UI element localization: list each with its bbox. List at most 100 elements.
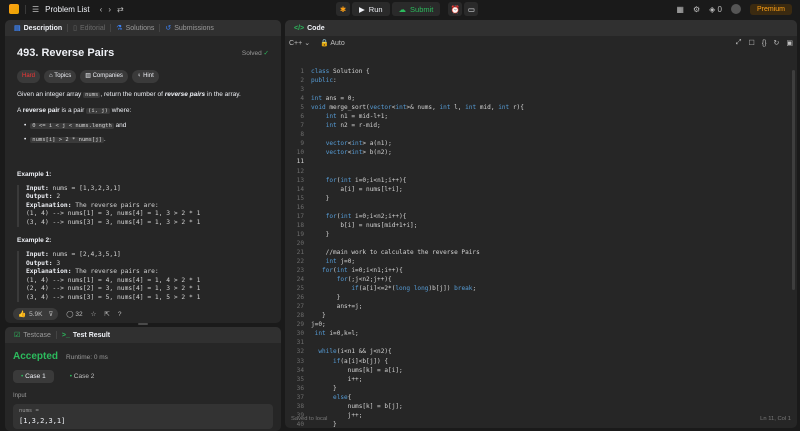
test-tabs: ☑ Testcase >_ Test Result (5, 327, 281, 343)
thumbs-down-icon[interactable]: ⊽ (48, 310, 53, 318)
help-icon[interactable]: ? (118, 311, 122, 318)
vertical-resize-handle[interactable] (138, 323, 148, 325)
run-button[interactable]: ▶ Run (352, 2, 390, 16)
editor-scrollbar[interactable] (792, 70, 795, 290)
submit-label: Submit (410, 4, 434, 14)
difficulty-badge[interactable]: Hard (17, 70, 41, 83)
tag-label: Topics (54, 73, 72, 80)
example-value: (2, 4) --> nums[2] = 3, nums[4] = 1, 3 >… (26, 285, 201, 293)
lock-icon: 🔒 (320, 40, 329, 47)
line-number: 1 (300, 68, 304, 75)
star-icon[interactable]: ☆ (91, 310, 97, 318)
case-1-button[interactable]: • Case 1 (13, 370, 54, 383)
example-key: Input: (26, 184, 49, 192)
like-button[interactable]: 👍 5.9K ⊽ (13, 308, 59, 320)
case-2-button[interactable]: • Case 2 (62, 370, 103, 383)
document-icon: ▤ (14, 25, 21, 32)
terminal-icon: >_ (61, 331, 70, 339)
code-text: for(;j<n2;j++){ (336, 276, 392, 284)
line-number: 13 (296, 176, 304, 184)
cursor-position: Ln 11, Col 1 (760, 416, 791, 422)
mode-toggle[interactable]: 🔒 Auto (320, 39, 345, 47)
code-editor[interactable]: 1 class Solution {2 public: 3 4 int ans = 0; 5… (285, 68, 797, 428)
timer-button[interactable]: ⏰ (448, 2, 463, 16)
code-text: int i=0,k=l; (314, 330, 359, 338)
check-icon: • (21, 373, 24, 380)
tab-testcase[interactable]: ☑ Testcase (9, 331, 56, 340)
line-number: 7 (300, 122, 304, 130)
hint-tag[interactable]: ♀ Hint (131, 70, 159, 83)
tab-code[interactable]: </> Code (289, 25, 330, 32)
layout-icon[interactable]: ▦ (676, 5, 684, 14)
share-icon[interactable]: ⇱ (104, 310, 109, 318)
code-text: int j=0; (325, 257, 356, 265)
code-line: 11 (285, 158, 797, 167)
comments-button[interactable]: ◯ 32 (66, 310, 82, 318)
run-toolbar: ✱ ▶ Run ☁ Submit ⏰ ▭ (336, 2, 479, 16)
example-line: (2, 4) --> nums[2] = 3, nums[4] = 1, 3 >… (26, 285, 269, 294)
gear-icon[interactable]: ⚙ (693, 5, 700, 14)
code-text: } (311, 312, 326, 320)
tag-row: Hard ⌂ Topics ▥ Companies ♀ Hint (17, 70, 269, 83)
code-text: i++; (311, 375, 363, 383)
save-status: Saved to local (291, 416, 328, 422)
notes-button[interactable]: ▭ (464, 2, 479, 16)
example-value: The reverse pairs are: (71, 268, 159, 276)
example-key: Output: (26, 193, 53, 201)
line-number: 14 (296, 185, 304, 193)
streak-counter[interactable]: ◈ 0 (709, 5, 722, 14)
problem-title[interactable]: 493. Reverse Pairs (17, 46, 114, 61)
code-line: 30 int i=0,k=l; (285, 330, 797, 339)
checkbox-icon: ☑ (14, 332, 21, 339)
building-icon: ▥ (85, 73, 91, 80)
avatar[interactable] (730, 4, 741, 14)
premium-button[interactable]: Premium (749, 3, 792, 15)
example-line: (3, 4) --> nums[3] = 3, nums[4] = 1, 3 >… (26, 219, 269, 228)
example-line: Input: nums = [1,3,2,3,1] (26, 185, 269, 194)
tab-description[interactable]: ▤ Description (9, 24, 67, 33)
example-value: nums = [1,3,2,3,1] (48, 184, 121, 192)
code-text: public: (311, 77, 337, 85)
tab-label: Solutions (125, 24, 155, 32)
problem-title-row: 493. Reverse Pairs Solved ✓ (17, 46, 269, 61)
tab-submissions[interactable]: ↺ Submissions (160, 24, 219, 33)
tab-editorial[interactable]: ▯ Editorial (68, 24, 110, 33)
prev-problem-icon[interactable]: ‹ (100, 5, 103, 14)
bug-icon: ✱ (339, 4, 347, 14)
code-text: j=0; (311, 321, 326, 329)
tab-solutions[interactable]: ⚗ Solutions (111, 24, 159, 33)
solved-status: Solved ✓ (242, 49, 269, 58)
maximize-icon[interactable]: ▣ (786, 39, 793, 47)
example-2-block: Input: nums = [2,4,3,5,1] Output: 3 Explan… (17, 251, 269, 303)
problem-list-link[interactable]: Problem List (45, 5, 89, 14)
code-text: if(a[i]<b[j]) { (333, 357, 389, 365)
braces-icon[interactable]: {} (762, 40, 767, 47)
tab-label: Testcase (23, 331, 51, 339)
leetcode-logo-icon[interactable] (9, 4, 19, 14)
emphasis: reverse pairs (164, 90, 206, 98)
code-line: 23 for(int i=0;i<n1;i++){ (285, 267, 797, 276)
debug-button[interactable]: ✱ (336, 2, 350, 16)
description-panel: ▤ Description ▯ Editorial ⚗ Solutions ↺ Subm… (5, 20, 281, 323)
line-number: 33 (296, 357, 304, 365)
expand-icon[interactable]: ⤢ (736, 39, 742, 47)
reset-icon[interactable]: ↻ (774, 39, 780, 47)
language-select[interactable]: C++ ⌄ (289, 39, 310, 47)
example-line: (1, 4) --> nums[1] = 3, nums[4] = 1, 3 >… (26, 210, 269, 219)
example-value: (3, 4) --> nums[3] = 3, nums[4] = 1, 3 >… (26, 218, 201, 226)
shuffle-icon[interactable]: ⇄ (117, 5, 124, 14)
topics-tag[interactable]: ⌂ Topics (44, 70, 77, 83)
code-line: 16 (285, 204, 797, 213)
list-icon[interactable]: ☰ (32, 5, 39, 14)
example-value: 3 (52, 259, 61, 267)
flask-icon: ⚗ (116, 25, 123, 32)
line-number: 20 (296, 239, 304, 247)
submit-button[interactable]: ☁ Submit (391, 2, 441, 16)
code-text: int n1 = mid-l+1; (325, 113, 389, 121)
tab-label: Code (307, 24, 325, 32)
next-problem-icon[interactable]: › (108, 5, 111, 14)
bookmark-icon[interactable]: ☐ (749, 39, 755, 47)
code-line: 28 } (285, 312, 797, 321)
tab-test-result[interactable]: >_ Test Result (57, 332, 115, 339)
companies-tag[interactable]: ▥ Companies (80, 70, 128, 83)
